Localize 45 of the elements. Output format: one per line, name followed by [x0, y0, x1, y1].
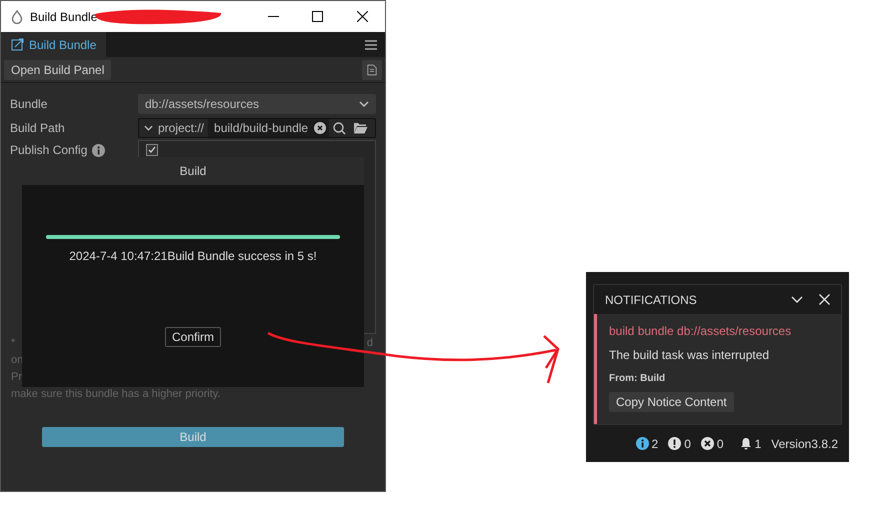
- confirm-button[interactable]: Confirm: [164, 327, 221, 347]
- field-label: Bundle: [10, 96, 48, 113]
- app-logo-icon: [11, 10, 23, 24]
- build-message: 2024-7-4 10:47:21Build Bundle success in 5 s!: [69, 248, 317, 265]
- path-value: build/build-bundle: [208, 119, 314, 137]
- note-fragment: d: [366, 336, 373, 351]
- check-icon: [148, 146, 156, 154]
- folder-icon[interactable]: [353, 122, 368, 134]
- build-path-field[interactable]: project:// build/build-bundle: [138, 118, 376, 138]
- bundle-select[interactable]: db://assets/resources: [138, 94, 376, 114]
- field-label: Build Path: [10, 120, 66, 137]
- chevron-down-icon: [359, 101, 369, 107]
- field-label: Publish Config: [10, 142, 88, 159]
- window-title: Build Bundle: [30, 8, 98, 26]
- close-icon[interactable]: [357, 11, 368, 22]
- chevron-down-icon: [144, 125, 153, 131]
- build-icon: [11, 38, 24, 51]
- chevron-down-icon[interactable]: [791, 296, 803, 303]
- dialog-title: Build: [180, 163, 206, 180]
- document-icon[interactable]: [362, 60, 382, 80]
- notification-title: build bundle db://assets/resources: [609, 323, 792, 340]
- menu-icon[interactable]: [365, 40, 377, 50]
- clear-icon[interactable]: [314, 122, 326, 134]
- notification-source: From: Build: [609, 372, 666, 386]
- status-count: 0: [716, 436, 724, 452]
- panel-title: NOTIFICATIONS: [605, 292, 698, 308]
- note-text: make sure this bundle has a higher priority.: [11, 387, 222, 402]
- path-prefix[interactable]: project://: [158, 119, 208, 137]
- notification-body: The build task was interrupted: [609, 347, 770, 364]
- bell-icon: [740, 437, 752, 450]
- version-label: Version3.8.2: [771, 436, 838, 452]
- open-build-panel-button[interactable]: Open Build Panel: [4, 60, 112, 80]
- warning-icon: [668, 437, 682, 450]
- checkbox[interactable]: [146, 144, 158, 156]
- panel-tab[interactable]: Build Bundle: [1, 32, 106, 57]
- note-fragment: Pr: [11, 370, 23, 385]
- search-icon[interactable]: [333, 122, 346, 134]
- status-count: 1: [754, 436, 762, 452]
- info-icon: [636, 437, 649, 450]
- status-count: 2: [652, 436, 658, 452]
- note-fragment: *: [11, 336, 16, 351]
- status-count: 0: [684, 436, 691, 452]
- maximize-icon[interactable]: [312, 11, 323, 22]
- copy-notice-button[interactable]: Copy Notice Content: [609, 392, 734, 412]
- error-icon: [700, 437, 714, 450]
